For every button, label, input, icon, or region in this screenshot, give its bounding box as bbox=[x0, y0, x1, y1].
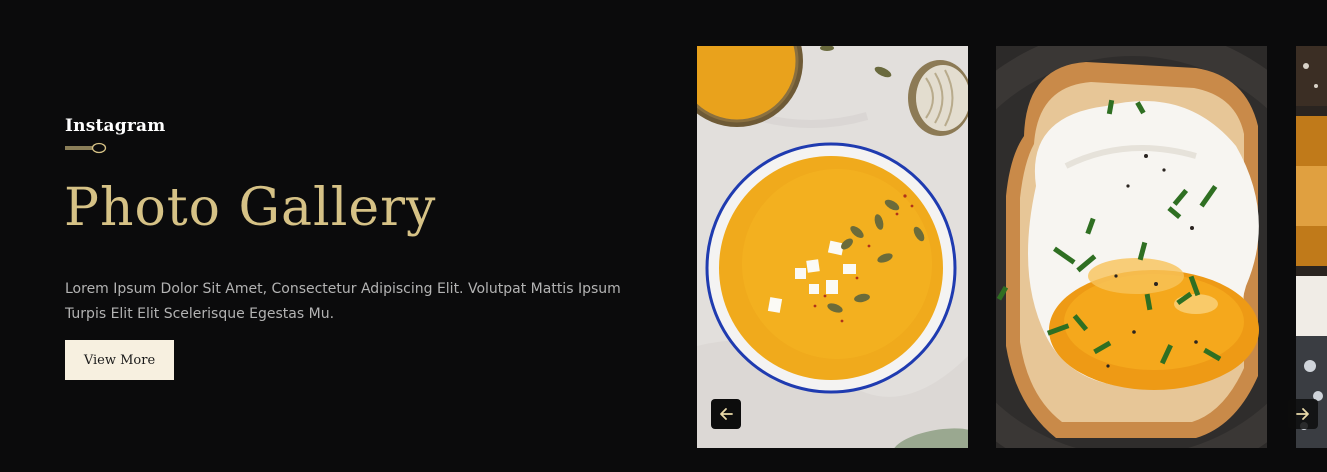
partial-photo bbox=[1296, 46, 1327, 448]
gallery-image-partial[interactable] bbox=[1296, 46, 1327, 448]
instagram-gallery-section: Instagram Photo Gallery Lorem Ipsum Dolo… bbox=[0, 0, 1327, 472]
section-eyebrow: Instagram bbox=[65, 116, 166, 136]
gallery-image-soup[interactable] bbox=[697, 46, 968, 448]
egg-photo bbox=[996, 46, 1267, 448]
gallery-image-egg[interactable] bbox=[996, 46, 1267, 448]
gallery-prev-button[interactable] bbox=[711, 399, 741, 429]
arrow-left-icon bbox=[720, 408, 733, 420]
soup-photo bbox=[697, 46, 968, 448]
arrow-right-icon bbox=[1296, 408, 1309, 420]
section-description: Lorem Ipsum Dolor Sit Amet, Consectetur … bbox=[65, 281, 621, 322]
spoon-divider-icon bbox=[65, 142, 107, 154]
page-title: Photo Gallery bbox=[64, 178, 437, 238]
view-more-button[interactable]: View More bbox=[65, 340, 174, 380]
gallery-next-button[interactable] bbox=[1288, 399, 1318, 429]
